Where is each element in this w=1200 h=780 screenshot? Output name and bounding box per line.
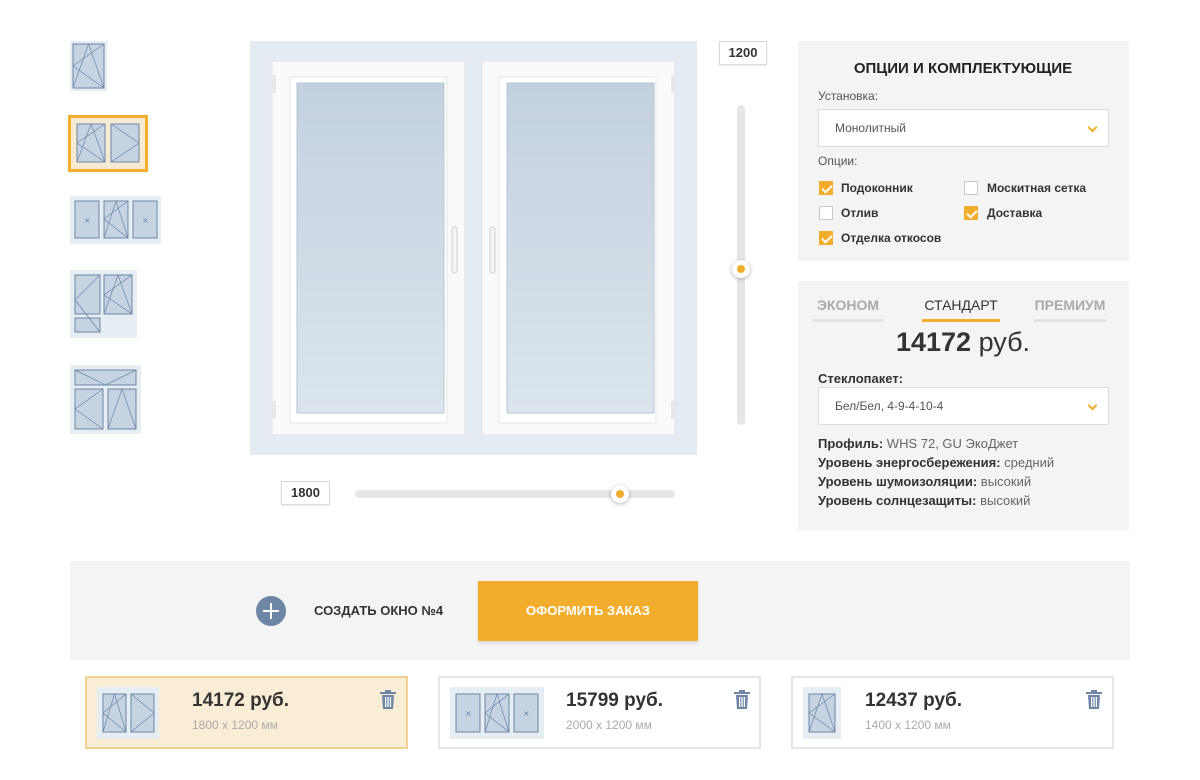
create-window-label[interactable]: СОЗДАТЬ ОКНО №4 (314, 603, 443, 618)
double-sash-window-icon (97, 687, 159, 739)
saved-window-price: 12437 руб. (865, 690, 963, 711)
window-type-transom[interactable] (70, 365, 141, 434)
installation-label: Установка: (818, 89, 879, 103)
options-title: ОПЦИИ И КОМПЛЕКТУЮЩИЕ (853, 60, 1073, 77)
tab-label: СТАНДАРТ (924, 297, 998, 313)
checkbox-slope-finishing[interactable] (819, 231, 833, 245)
balcony-door-window-icon (74, 273, 133, 333)
glass-select[interactable]: Бел/Бел, 4-9-4-10-4 (818, 387, 1109, 425)
saved-window-card[interactable]: 12437 руб. 1400 x 1200 мм (791, 676, 1114, 749)
spec-profile: Профиль: WHS 72, GU ЭкоДжет (818, 436, 1019, 451)
installation-select[interactable]: Монолитный (818, 109, 1109, 147)
double-sash-window-icon (76, 122, 140, 163)
checkbox-mosquito-net[interactable] (964, 181, 978, 195)
height-slider[interactable] (732, 105, 750, 425)
window-type-double[interactable] (68, 115, 148, 172)
saved-window-dims: 1400 x 1200 мм (865, 718, 951, 732)
glass-value: Бел/Бел, 4-9-4-10-4 (835, 399, 944, 413)
triple-sash-window-icon: × × (74, 199, 158, 239)
svg-text:×: × (465, 709, 472, 718)
spec-sun: Уровень солнцезащиты: высокий (818, 493, 1031, 508)
width-input[interactable]: 1800 (281, 481, 330, 505)
width-slider-handle[interactable] (611, 485, 629, 503)
tab-label: ПРЕМИУМ (1034, 297, 1106, 313)
checkbox-delivery[interactable] (964, 206, 978, 220)
spec-noise: Уровень шумоизоляции: высокий (818, 474, 1032, 489)
saved-window-price: 14172 руб. (192, 690, 290, 711)
saved-window-card[interactable]: × × 15799 руб. 2000 x 1200 мм (438, 676, 761, 749)
action-bar: СОЗДАТЬ ОКНО №4 ОФОРМИТЬ ЗАКАЗ (70, 561, 1130, 660)
svg-text:×: × (84, 216, 91, 225)
tab-premium[interactable]: ПРЕМИУМ (1034, 297, 1106, 322)
tab-label: ЭКОНОМ (816, 297, 880, 313)
options-panel: ОПЦИИ И КОМПЛЕКТУЮЩИЕ Установка: Монолит… (798, 41, 1129, 261)
transom-window-icon (74, 369, 137, 430)
trash-icon[interactable] (734, 690, 750, 709)
price-panel: ЭКОНОМ СТАНДАРТ ПРЕМИУМ 14172 руб. Стекл… (798, 281, 1129, 530)
tab-ekonom[interactable]: ЭКОНОМ (813, 297, 883, 322)
spec-energy: Уровень энергосбережения: средний (818, 455, 1055, 470)
single-sash-window-icon (72, 42, 105, 89)
triple-sash-window-icon: × × (450, 687, 544, 739)
height-input[interactable]: 1200 (719, 41, 767, 65)
window-render-icon (271, 60, 676, 436)
checkbox-label: Москитная сетка (987, 181, 1087, 195)
checkbox-label: Подоконник (841, 181, 913, 195)
width-slider[interactable] (355, 485, 675, 503)
checkbox-label: Доставка (987, 206, 1043, 220)
tab-standart[interactable]: СТАНДАРТ (922, 297, 1000, 322)
saved-window-price: 15799 руб. (566, 690, 664, 711)
installation-value: Монолитный (835, 121, 906, 135)
window-preview (250, 41, 697, 455)
svg-text:×: × (142, 216, 149, 225)
add-window-button[interactable] (256, 596, 286, 626)
svg-text:×: × (523, 709, 530, 718)
checkbox-otliv[interactable] (819, 206, 833, 220)
price-value: 14172 (895, 327, 972, 357)
height-slider-handle[interactable] (732, 260, 750, 278)
trash-icon[interactable] (1086, 690, 1102, 709)
window-type-triple[interactable]: × × (70, 196, 161, 244)
window-type-single[interactable] (70, 41, 107, 91)
current-price: 14172 руб. (798, 327, 1128, 358)
single-sash-window-icon (803, 687, 841, 739)
order-button[interactable]: ОФОРМИТЬ ЗАКАЗ (478, 581, 698, 641)
checkbox-podokonnik[interactable] (819, 181, 833, 195)
chevron-down-icon (1087, 400, 1098, 411)
saved-window-dims: 1800 x 1200 мм (192, 718, 278, 732)
window-type-balcony[interactable] (70, 270, 137, 338)
options-label: Опции: (818, 154, 858, 168)
checkbox-label: Отлив (841, 206, 879, 220)
glass-label: Стеклопакет: (818, 371, 904, 386)
trash-icon[interactable] (380, 690, 396, 709)
checkbox-label: Отделка откосов (841, 231, 942, 245)
saved-window-card[interactable]: 14172 руб. 1800 x 1200 мм (85, 676, 408, 749)
saved-window-dims: 2000 x 1200 мм (566, 718, 652, 732)
price-currency: руб. (978, 327, 1031, 357)
chevron-down-icon (1087, 122, 1098, 133)
